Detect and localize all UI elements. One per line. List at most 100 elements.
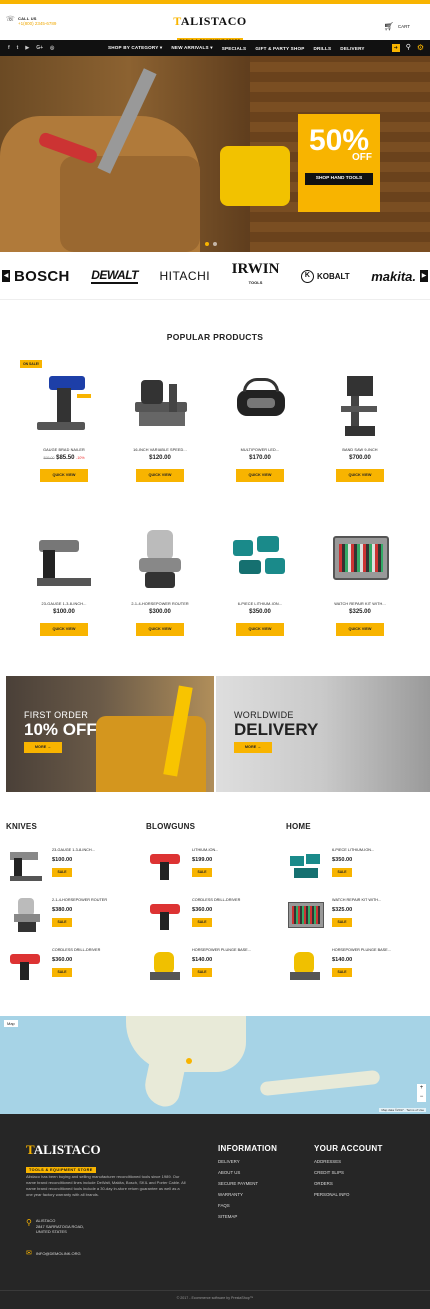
nav-shop-by-category[interactable]: SHOP BY CATEGORY ▾ (108, 45, 162, 51)
column-title[interactable]: HOME (286, 822, 426, 831)
product-image[interactable] (325, 372, 395, 442)
brand-dewalt[interactable]: DEWALT (91, 268, 138, 284)
brands-prev-button[interactable]: ◀ (2, 270, 10, 282)
footer-email[interactable]: ✉ INFO@DEMOLINK.ORG (26, 1249, 81, 1257)
mini-product[interactable]: LITHIUM-ION... $199.00 SALE (146, 846, 286, 894)
footer-logo[interactable]: TALISTACO TOOLS & EQUIPMENT STORE (26, 1142, 101, 1176)
mini-product[interactable]: 2-1-4-HORSEPOWER ROUTER $380.00 SALE (6, 896, 146, 944)
mini-product-name[interactable]: CORDLESS DRILL-DRIVER (52, 948, 100, 952)
footer-link-secure-payment[interactable]: SECURE PAYMENT (218, 1181, 277, 1187)
product-name[interactable]: 2-1-4-HORSEPOWER ROUTER (120, 602, 200, 606)
first-order-banner[interactable]: FIRST ORDER 10% OFF MORE → (6, 676, 214, 792)
footer-link-personal-info[interactable]: PERSONAL INFO (314, 1192, 383, 1198)
footer-link-delivery[interactable]: DELIVERY (218, 1159, 277, 1165)
quick-view-button[interactable]: QUICK VIEW (40, 469, 88, 482)
quick-view-button[interactable]: QUICK VIEW (336, 623, 384, 636)
brand-irwin[interactable]: IRWIN TOOLS (232, 262, 280, 289)
sale-button[interactable]: SALE (192, 868, 212, 877)
nav-specials[interactable]: SPECIALS (222, 46, 247, 51)
mini-product-image[interactable] (146, 946, 186, 986)
product-name[interactable]: 6-PIECE LITHIUM-ION... (220, 602, 300, 606)
footer-link-orders[interactable]: ORDERS (314, 1181, 383, 1187)
sale-button[interactable]: SALE (52, 918, 72, 927)
mini-product-name[interactable]: 6-PIECE LITHIUM-ION... (332, 848, 374, 852)
worldwide-delivery-banner[interactable]: WORLDWIDE DELIVERY MORE → (216, 676, 430, 792)
mini-product-image[interactable] (286, 896, 326, 936)
mini-product-image[interactable] (6, 896, 46, 936)
quick-view-button[interactable]: QUICK VIEW (336, 469, 384, 482)
mini-product-image[interactable] (146, 896, 186, 936)
sale-button[interactable]: SALE (192, 918, 212, 927)
brand-hitachi[interactable]: HITACHI (159, 269, 210, 283)
store-map[interactable]: Map + − Map data ©2017 · Terms of Use (0, 1016, 430, 1114)
sale-button[interactable]: SALE (332, 968, 352, 977)
product-card[interactable]: 16-INCH VARIABLE SPEED... $120.00 QUICK … (120, 372, 200, 482)
mini-product[interactable]: CORDLESS DRILL-DRIVER $360.00 SALE (6, 946, 146, 994)
product-image[interactable] (125, 526, 195, 596)
nav-drills[interactable]: DRILLS (314, 46, 332, 51)
sale-button[interactable]: SALE (52, 968, 72, 977)
map-type-toggle[interactable]: Map (4, 1020, 18, 1027)
product-name[interactable]: MULTIPOWER LED... (220, 448, 300, 452)
product-image[interactable] (125, 372, 195, 442)
brand-makita[interactable]: makita. (371, 269, 416, 284)
product-card[interactable]: 2-1-4-HORSEPOWER ROUTER $300.00 QUICK VI… (120, 526, 200, 636)
quick-view-button[interactable]: QUICK VIEW (40, 623, 88, 636)
quick-view-button[interactable]: QUICK VIEW (136, 623, 184, 636)
product-image[interactable] (29, 526, 99, 596)
brand-bosch[interactable]: BOSCH (14, 268, 70, 285)
sale-button[interactable]: SALE (52, 868, 72, 877)
mini-product[interactable]: 6-PIECE LITHIUM-ION... $350.00 SALE (286, 846, 426, 894)
shop-hand-tools-button[interactable]: SHOP HAND TOOLS (305, 173, 373, 185)
email-link[interactable]: INFO@DEMOLINK.ORG (36, 1251, 81, 1256)
product-name[interactable]: GAUGE BRAD NAILER (24, 448, 104, 452)
mini-product[interactable]: CORDLESS DRILL-DRIVER $360.00 SALE (146, 896, 286, 944)
mini-product-name[interactable]: HORSEPOWER PLUNGE BASE... (192, 948, 251, 952)
product-image[interactable] (29, 372, 99, 442)
product-card[interactable]: GAUGE BRAD NAILER $95.00 $85.50 -10% QUI… (24, 372, 104, 482)
mini-product-image[interactable] (6, 946, 46, 986)
mini-product[interactable]: 23-GAUGE 1-3-8-INCH... $100.00 SALE (6, 846, 146, 894)
product-name[interactable]: BAND SAW 9-INCH (320, 448, 400, 452)
search-icon[interactable]: ⚲ (406, 44, 411, 52)
product-name[interactable]: WATCH REPAIR KIT WITH... (320, 602, 400, 606)
footer-link-warranty[interactable]: WARRANTY (218, 1192, 277, 1198)
nav-gift-party-shop[interactable]: GIFT & PARTY SHOP (255, 46, 304, 51)
cart-button[interactable]: 🛒︎ CART (384, 22, 410, 31)
mini-product[interactable]: WATCH REPAIR KIT WITH... $325.00 SALE (286, 896, 426, 944)
quick-view-button[interactable]: QUICK VIEW (236, 623, 284, 636)
map-zoom-controls[interactable]: + − (417, 1084, 426, 1102)
mini-product-name[interactable]: CORDLESS DRILL-DRIVER (192, 898, 240, 902)
google-plus-icon[interactable]: G+ (36, 45, 43, 51)
phone-number[interactable]: +1(800) 2345-6789 (18, 21, 56, 26)
more-button[interactable]: MORE → (234, 742, 272, 753)
column-title[interactable]: BLOWGUNS (146, 822, 286, 831)
product-card[interactable]: 6-PIECE LITHIUM-ION... $350.00 QUICK VIE… (220, 526, 300, 636)
mini-product-name[interactable]: 2-1-4-HORSEPOWER ROUTER (52, 898, 107, 902)
mini-product-name[interactable]: 23-GAUGE 1-3-8-INCH... (52, 848, 95, 852)
login-icon[interactable]: ➜ (391, 44, 400, 52)
product-card[interactable]: MULTIPOWER LED... $170.00 QUICK VIEW (220, 372, 300, 482)
sale-button[interactable]: SALE (192, 968, 212, 977)
hero-slider[interactable]: 50% OFF SHOP HAND TOOLS (0, 56, 430, 252)
product-card[interactable]: BAND SAW 9-INCH $700.00 QUICK VIEW (320, 372, 400, 482)
column-title[interactable]: KNIVES (6, 822, 146, 831)
more-button[interactable]: MORE → (24, 742, 62, 753)
product-image[interactable] (325, 526, 395, 596)
product-card[interactable]: WATCH REPAIR KIT WITH... $325.00 QUICK V… (320, 526, 400, 636)
mini-product-image[interactable] (146, 846, 186, 886)
facebook-icon[interactable]: f (8, 45, 10, 51)
gear-icon[interactable]: ⚙ (417, 44, 424, 52)
mini-product-name[interactable]: HORSEPOWER PLUNGE BASE... (332, 948, 391, 952)
footer-link-sitemap[interactable]: SITEMAP (218, 1214, 277, 1220)
footer-link-about-us[interactable]: ABOUT US (218, 1170, 277, 1176)
call-us[interactable]: ☏ CALL US +1(800) 2345-6789 (6, 16, 56, 26)
product-name[interactable]: 16-INCH VARIABLE SPEED... (120, 448, 200, 452)
slider-dot[interactable] (205, 242, 209, 246)
brands-next-button[interactable]: ▶ (420, 270, 428, 282)
footer-link-credit-slips[interactable]: CREDIT SLIPS (314, 1170, 383, 1176)
slider-dot[interactable] (213, 242, 217, 246)
mini-product[interactable]: HORSEPOWER PLUNGE BASE... $140.00 SALE (146, 946, 286, 994)
sale-button[interactable]: SALE (332, 918, 352, 927)
mini-product-image[interactable] (286, 946, 326, 986)
